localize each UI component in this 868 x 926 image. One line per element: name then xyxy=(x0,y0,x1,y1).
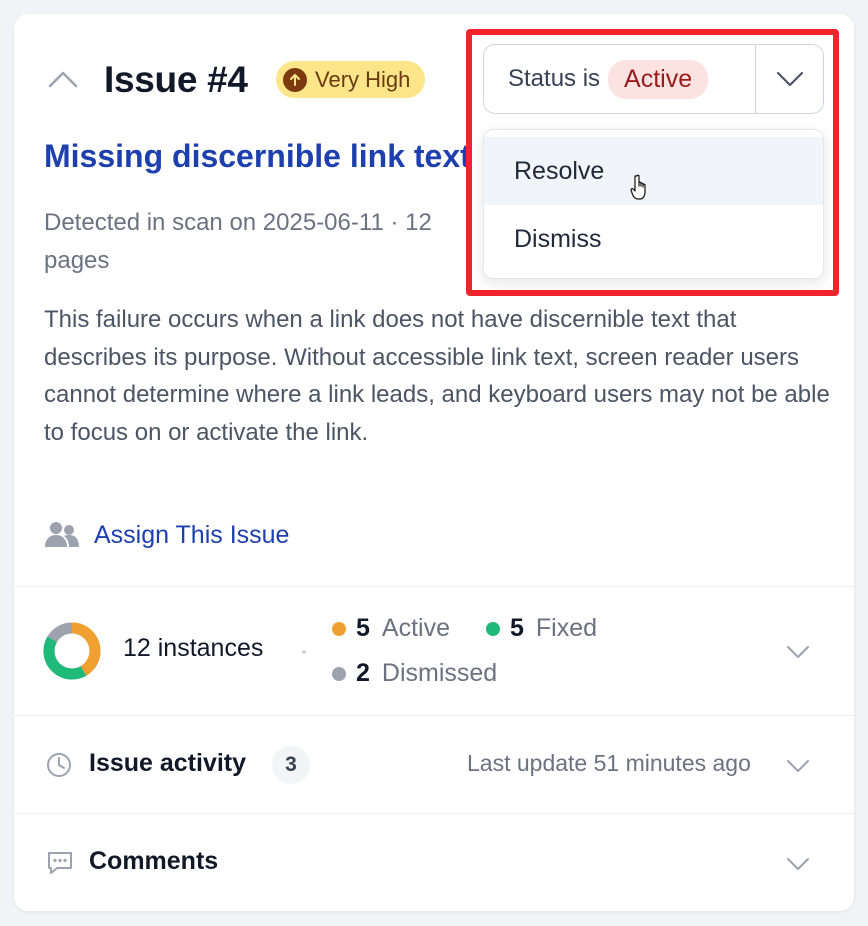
arrow-up-icon xyxy=(283,67,307,92)
stat-count: 5 xyxy=(510,614,524,642)
last-update-text: Last update 51 minutes ago xyxy=(467,750,751,776)
comment-icon xyxy=(48,852,72,874)
issue-activity-title: Issue activity xyxy=(89,749,247,777)
clock-icon xyxy=(47,753,71,777)
section-divider xyxy=(14,813,854,814)
activity-expand-chevron-icon[interactable] xyxy=(786,759,810,773)
detected-info: Detected in scan on 2025-06-11 · 12 page… xyxy=(44,209,432,274)
chevron-down-icon xyxy=(776,71,803,87)
severity-badge: Very High xyxy=(276,61,426,98)
assign-issue-label: Assign This Issue xyxy=(94,520,290,549)
status-display[interactable]: Status is Active xyxy=(484,45,755,113)
status-dropdown[interactable]: Status is Active xyxy=(483,44,824,114)
status-toggle-button[interactable] xyxy=(755,45,823,113)
issue-description: This failure occurs when a link does not… xyxy=(44,306,830,446)
collapse-chevron-icon[interactable] xyxy=(47,67,79,91)
section-divider xyxy=(14,586,854,587)
stat-active: 5 Active xyxy=(332,614,450,643)
menu-item-dismiss[interactable]: Dismiss xyxy=(484,205,823,273)
active-bullet-icon xyxy=(332,621,346,636)
issue-rule-link[interactable]: Missing discernible link text xyxy=(44,136,489,176)
issue-title: Issue #4 xyxy=(104,59,248,100)
assign-issue-link[interactable]: Assign This Issue xyxy=(44,519,289,551)
instances-count: 12 instances xyxy=(123,634,264,662)
comments-expand-chevron-icon[interactable] xyxy=(786,857,810,871)
stat-label: Fixed xyxy=(535,614,598,642)
stat-count: 2 xyxy=(356,659,370,687)
activity-count-badge: 3 xyxy=(272,746,310,784)
users-icon xyxy=(45,522,79,547)
separator-dot xyxy=(302,650,306,654)
stat-dismissed: 2 Dismissed xyxy=(332,659,497,688)
section-divider xyxy=(14,715,854,716)
fixed-bullet-icon xyxy=(486,621,500,636)
severity-label: Very High xyxy=(315,66,411,92)
status-menu: Resolve Dismiss xyxy=(483,129,824,279)
instances-donut-chart xyxy=(43,622,101,680)
status-value-badge: Active xyxy=(608,59,709,99)
instances-expand-chevron-icon[interactable] xyxy=(786,645,810,659)
status-prefix: Status is xyxy=(508,65,601,92)
menu-item-resolve[interactable]: Resolve xyxy=(484,137,823,205)
stat-label: Dismissed xyxy=(381,659,498,687)
dismissed-bullet-icon xyxy=(332,666,346,681)
comments-title: Comments xyxy=(89,847,219,875)
stat-count: 5 xyxy=(356,614,370,642)
stat-fixed: 5 Fixed xyxy=(486,614,597,643)
stat-label: Active xyxy=(381,614,450,642)
